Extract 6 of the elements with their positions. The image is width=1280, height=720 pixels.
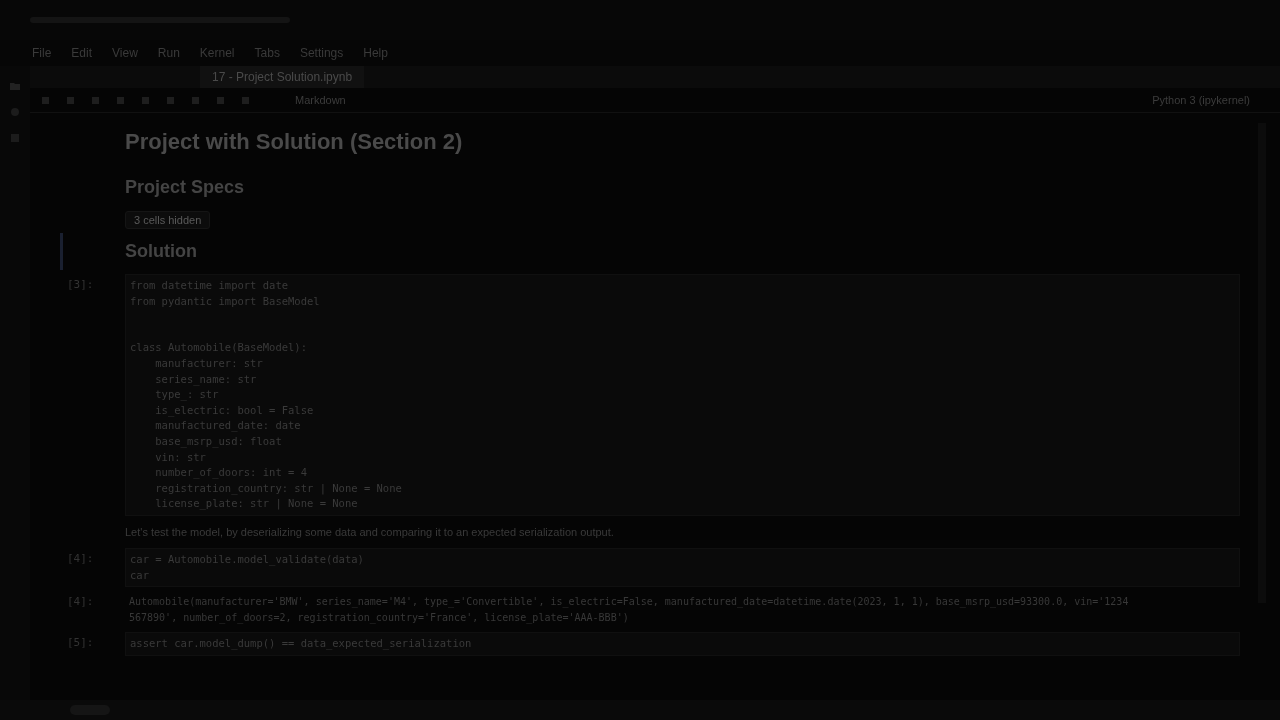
section-heading: Project Specs xyxy=(125,177,245,198)
notebook-tab[interactable]: 17 - Project Solution.ipynb xyxy=(200,66,365,88)
folder-icon[interactable] xyxy=(9,80,21,92)
notebook-heading: Project with Solution (Section 2) xyxy=(125,129,463,155)
hidden-cells-button[interactable]: 3 cells hidden xyxy=(125,211,211,229)
section-heading: Solution xyxy=(125,241,197,262)
